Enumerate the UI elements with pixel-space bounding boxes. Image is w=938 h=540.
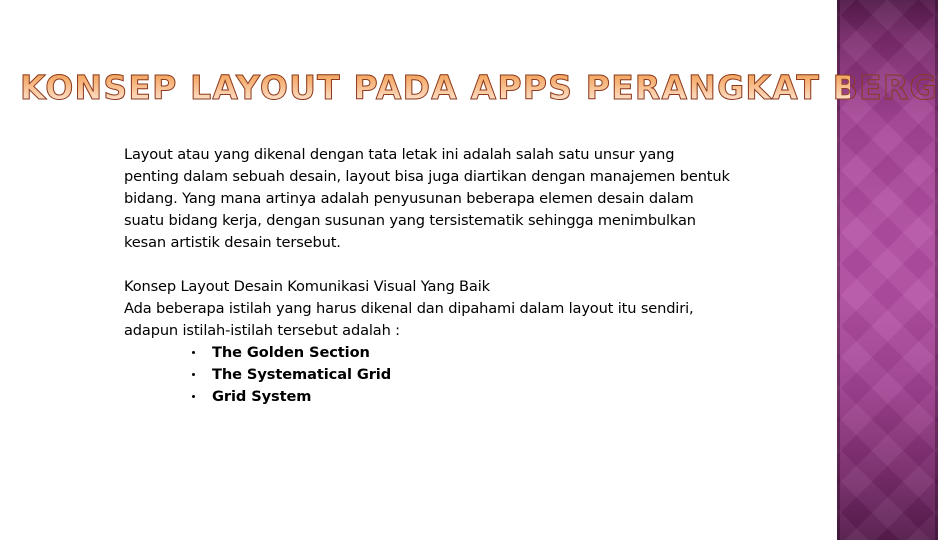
list-item: The Golden Section: [190, 342, 814, 364]
paragraph-line: Konsep Layout Desain Komunikasi Visual Y…: [124, 278, 490, 295]
list-item-label: The Systematical Grid: [212, 366, 392, 383]
paragraph-line: bidang. Yang mana artinya adalah penyusu…: [124, 190, 694, 207]
paragraph-line: Ada beberapa istilah yang harus dikenal …: [124, 300, 694, 317]
bullet-dot-icon: [192, 395, 195, 398]
paragraph-concepts: Konsep Layout Desain Komunikasi Visual Y…: [124, 276, 814, 342]
paragraph-line: adapun istilah-istilah tersebut adalah :: [124, 322, 400, 339]
slide-body: Layout atau yang dikenal dengan tata let…: [124, 144, 814, 408]
paragraph-line: Layout atau yang dikenal dengan tata let…: [124, 146, 675, 163]
list-item: The Systematical Grid: [190, 364, 814, 386]
bullet-dot-icon: [192, 351, 195, 354]
list-item-label: Grid System: [212, 388, 312, 405]
paragraph-line: penting dalam sebuah desain, layout bisa…: [124, 168, 730, 185]
slide-canvas: KONSEP LAYOUT PADA APPS PERANGKAT BERGER…: [0, 0, 938, 540]
slide-title: KONSEP LAYOUT PADA APPS PERANGKAT BERGER…: [20, 68, 938, 112]
bullet-dot-icon: [192, 373, 195, 376]
paragraph-line: suatu bidang kerja, dengan susunan yang …: [124, 212, 696, 229]
list-item-label: The Golden Section: [212, 344, 370, 361]
list-item: Grid System: [190, 386, 814, 408]
concept-bullet-list: The Golden Section The Systematical Grid…: [124, 342, 814, 408]
paragraph-line: kesan artistik desain tersebut.: [124, 234, 341, 251]
paragraph-intro: Layout atau yang dikenal dengan tata let…: [124, 144, 814, 254]
